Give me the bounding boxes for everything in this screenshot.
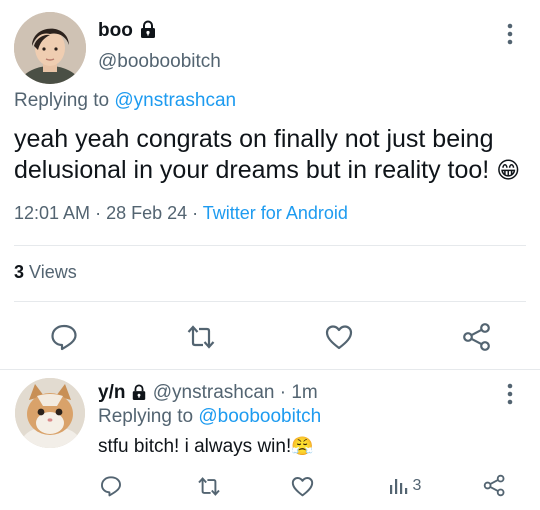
tweet-text-line2: delusional in your dreams but in reality… <box>14 156 490 184</box>
handle[interactable]: @booboobitch <box>98 51 221 73</box>
meta-separator: · <box>90 203 107 223</box>
tweet-text: yeah yeah congrats on finally not just b… <box>14 124 538 186</box>
reply-more-icon[interactable] <box>505 382 515 406</box>
tweet-date[interactable]: 28 Feb 24 <box>106 203 187 223</box>
tweet-time[interactable]: 12:01 AM <box>14 203 90 223</box>
reply-age[interactable]: 1m <box>291 382 317 403</box>
views-icon <box>388 476 408 496</box>
share-icon[interactable] <box>483 474 506 497</box>
replying-handle-link[interactable]: @booboobitch <box>198 406 321 427</box>
meta-separator: · <box>187 203 203 223</box>
lock-icon <box>131 384 147 406</box>
reply-replying-to: Replying to @booboobitch <box>98 406 321 428</box>
more-icon[interactable] <box>505 22 515 46</box>
reply-header: y/n @ynstrashcan · 1m <box>98 382 318 406</box>
reply-icon[interactable] <box>50 323 78 351</box>
like-icon[interactable] <box>325 324 353 350</box>
steam-emoji: 😤 <box>291 436 314 456</box>
tweet-meta: 12:01 AM · 28 Feb 24 · Twitter for Andro… <box>14 203 348 224</box>
views-label: Views <box>29 262 77 282</box>
views-row[interactable]: 3 Views <box>14 262 77 283</box>
reply-handle[interactable]: @ynstrashcan <box>153 382 275 403</box>
display-name[interactable]: boo <box>98 20 133 41</box>
replying-prefix: Replying to <box>14 90 110 111</box>
grin-emoji: 😁 <box>496 157 521 183</box>
like-icon[interactable] <box>291 476 314 497</box>
views-count: 3 <box>14 262 25 282</box>
views-button[interactable]: 3 <box>388 476 421 498</box>
reply-views-count: 3 <box>412 477 422 494</box>
reply-text-body: stfu bitch! i always win! <box>98 436 292 457</box>
meta-separator: · <box>274 382 292 403</box>
divider <box>14 301 526 302</box>
display-name-row: boo <box>98 20 157 44</box>
tweet-client[interactable]: Twitter for Android <box>203 203 348 223</box>
divider <box>14 245 526 246</box>
replying-handle-link[interactable]: @ynstrashcan <box>114 90 236 111</box>
tweet-text-line1: yeah yeah congrats on finally not just b… <box>14 125 494 153</box>
share-icon[interactable] <box>462 322 492 352</box>
retweet-icon[interactable] <box>197 476 221 497</box>
avatar[interactable] <box>14 12 86 84</box>
retweet-icon[interactable] <box>186 324 216 350</box>
lock-icon <box>139 20 157 44</box>
reply-tweet[interactable]: y/n @ynstrashcan · 1m Replying to @boobo… <box>0 370 540 510</box>
replying-prefix: Replying to <box>98 406 194 427</box>
reply-icon[interactable] <box>100 475 122 497</box>
main-tweet: boo @booboobitch Replying to @ynstrashca… <box>0 0 540 368</box>
reply-avatar[interactable] <box>15 378 85 448</box>
reply-display-name[interactable]: y/n <box>98 382 125 403</box>
replying-to: Replying to @ynstrashcan <box>14 90 236 112</box>
reply-text: stfu bitch! i always win!😤 <box>98 436 314 458</box>
